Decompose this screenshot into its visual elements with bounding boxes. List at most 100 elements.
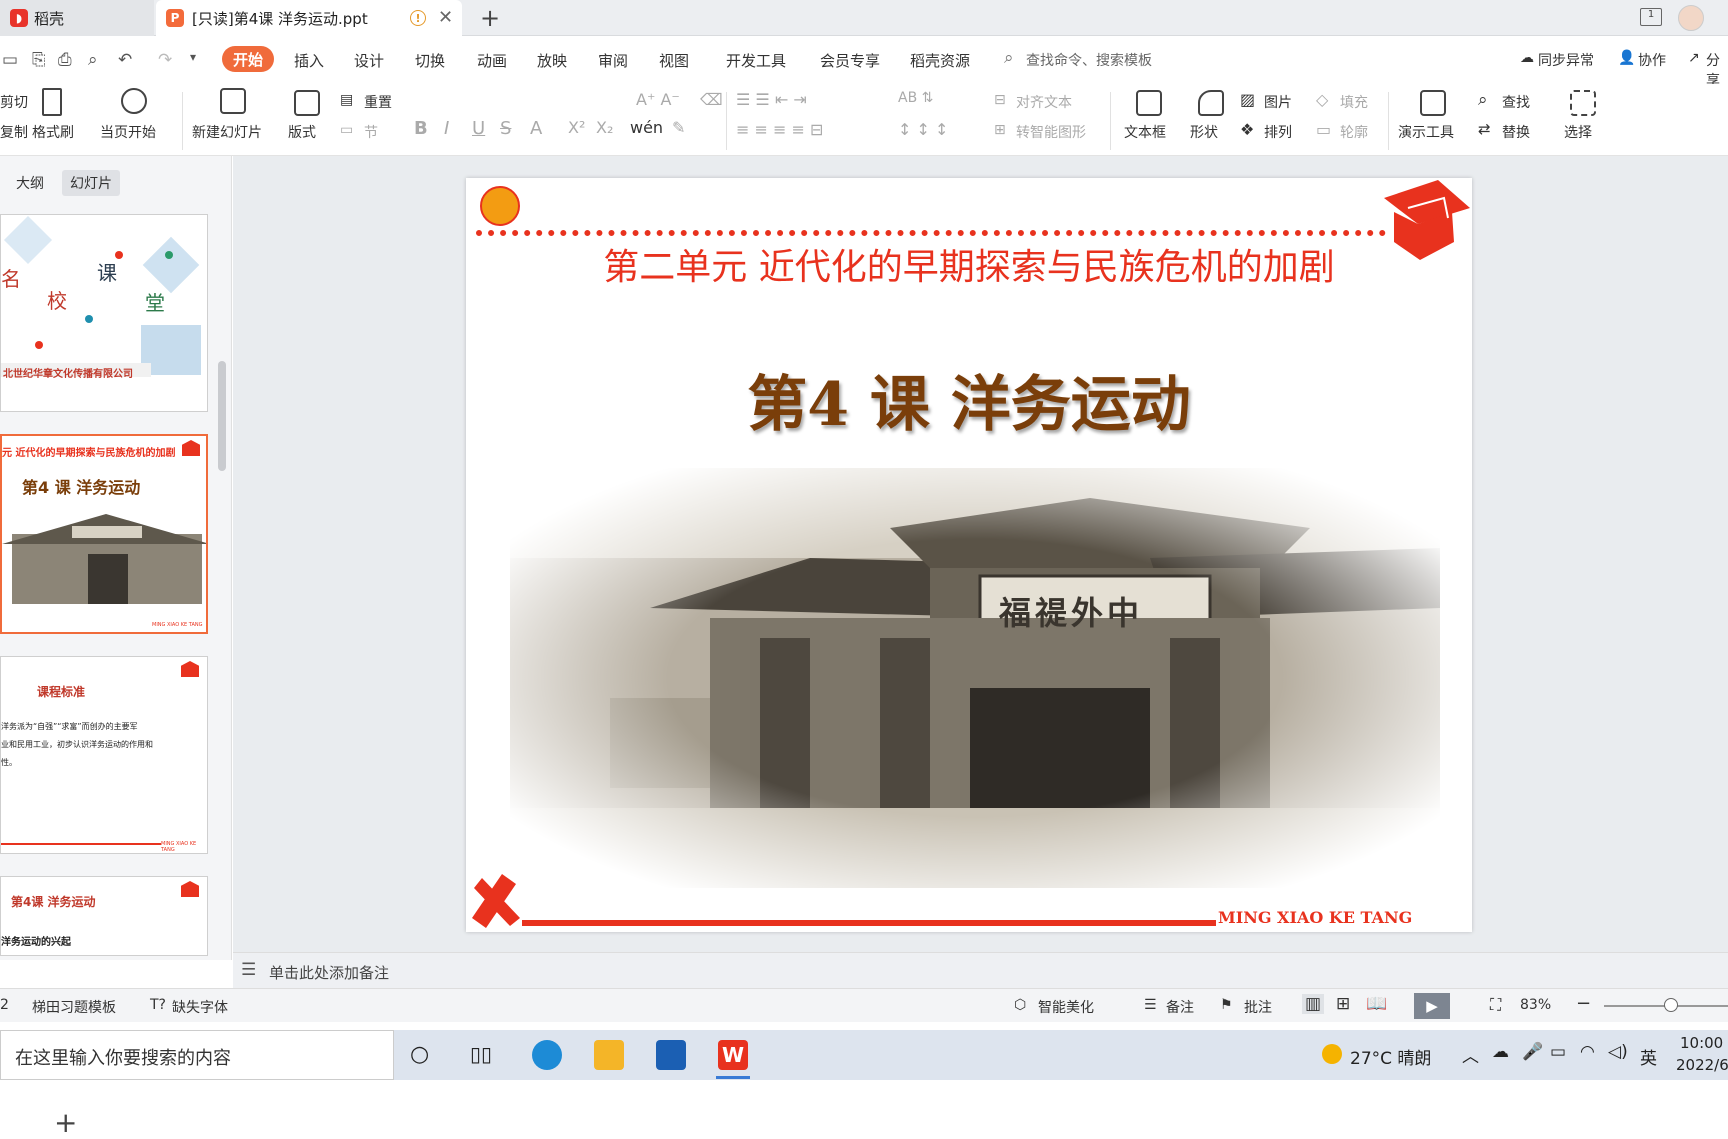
menu-start[interactable]: 开始 (222, 46, 274, 72)
reading-view-icon[interactable]: 📖 (1366, 994, 1387, 1014)
picture-button[interactable]: 图片 (1264, 92, 1292, 112)
missing-font-button[interactable]: 缺失字体 (172, 997, 228, 1017)
warning-icon[interactable]: ! (410, 10, 426, 26)
menu-member[interactable]: 会员专享 (820, 50, 880, 71)
tab-slides[interactable]: 幻灯片 (62, 170, 120, 196)
notes-toggle-button[interactable]: 备注 (1166, 997, 1194, 1017)
taskbar-search[interactable]: 在这里输入你要搜索的内容 (0, 1030, 394, 1080)
avatar[interactable] (1678, 5, 1704, 31)
bold-icon[interactable]: B (414, 118, 428, 139)
task-view-icon[interactable]: ▯▯ (470, 1042, 492, 1066)
layout-button[interactable]: 版式 (288, 122, 316, 142)
command-search[interactable]: 查找命令、搜索模板 (1026, 50, 1152, 70)
slide-thumbnail-3[interactable]: 课程标准 洋务派为“自强”“求富”而创办的主要军 业和民用工业，初步认识洋务运动… (0, 656, 208, 854)
gate-photo[interactable] (510, 468, 1440, 888)
collab-button[interactable]: 协作 (1638, 50, 1666, 70)
wifi-icon[interactable]: ◠ (1580, 1042, 1595, 1062)
select-button[interactable]: 选择 (1564, 122, 1592, 142)
mic-icon[interactable]: 🎤 (1522, 1042, 1543, 1062)
slide-thumbnail-1[interactable]: 名 校 课 堂 北世纪华章文化传播有限公司 (0, 214, 208, 412)
print-icon[interactable]: ⎙ (58, 50, 72, 70)
unit-title[interactable]: 第二单元 近代化的早期探索与民族危机的加剧 (466, 238, 1472, 290)
clear-format-icon[interactable]: ⌫ (700, 90, 723, 109)
play-from-current-button[interactable]: 当页开始 (100, 122, 156, 142)
play-slideshow-button[interactable]: ▶ (1414, 993, 1450, 1019)
present-tools-button[interactable]: 演示工具 (1398, 122, 1454, 142)
edge-icon[interactable] (532, 1040, 562, 1070)
redo-icon[interactable]: ↷ (158, 50, 172, 70)
slide-thumbnail-2[interactable]: 元 近代化的早期探索与民族危机的加剧 第4 课 洋务运动 MING XIAO K… (0, 434, 208, 634)
underline-icon[interactable]: U (472, 118, 485, 139)
zoom-slider-handle[interactable] (1664, 998, 1678, 1012)
copy-button[interactable]: 复制 (0, 122, 28, 142)
format-painter-button[interactable]: 格式刷 (32, 122, 74, 142)
bullets-icon[interactable]: ☰ ☰ ⇤ ⇥ (736, 90, 807, 109)
window-count-icon[interactable]: 1 (1640, 8, 1662, 26)
volume-icon[interactable]: ◁) (1608, 1042, 1628, 1062)
new-tab-button[interactable]: + (480, 4, 500, 32)
preview-icon[interactable]: ⌕ (88, 50, 98, 70)
superscript-icon[interactable]: X² (568, 118, 585, 137)
font-color-icon[interactable]: A (530, 118, 542, 139)
menu-view[interactable]: 视图 (659, 50, 689, 71)
close-tab-icon[interactable]: ✕ (438, 7, 453, 28)
strikethrough-icon[interactable]: S (500, 118, 511, 139)
save-icon[interactable]: ▭ (2, 50, 18, 70)
file-explorer-icon[interactable] (594, 1040, 624, 1070)
italic-icon[interactable]: I (444, 118, 449, 139)
align-text-button[interactable]: 对齐文本 (1016, 92, 1072, 112)
customize-chevron-icon[interactable]: ▾ (190, 50, 196, 64)
menu-developer[interactable]: 开发工具 (726, 50, 786, 71)
pinyin-icon[interactable]: wén (630, 118, 663, 137)
ime-indicator[interactable]: 英 (1640, 1044, 1657, 1069)
store-icon[interactable] (656, 1040, 686, 1070)
tab-outline[interactable]: 大纲 (8, 170, 52, 196)
comment-button[interactable]: 批注 (1244, 997, 1272, 1017)
beautify-button[interactable]: 智能美化 (1038, 997, 1094, 1017)
export-icon[interactable]: ⎘ (32, 50, 46, 70)
align-icons[interactable]: ≡ ≡ ≡ ≡ ⊟ (736, 120, 823, 139)
arrange-button[interactable]: 排列 (1264, 122, 1292, 142)
clock-time[interactable]: 10:00 (1680, 1034, 1723, 1052)
normal-view-icon[interactable]: ▥ (1302, 994, 1325, 1014)
replace-button[interactable]: 替换 (1502, 122, 1530, 142)
smart-art-button[interactable]: 转智能图形 (1016, 122, 1086, 142)
panel-scrollbar[interactable] (218, 361, 226, 471)
new-slide-button[interactable]: 新建幻灯片 (192, 122, 262, 142)
cortana-icon[interactable]: ○ (410, 1042, 429, 1067)
notes-placeholder[interactable]: 单击此处添加备注 (269, 962, 389, 983)
menu-animation[interactable]: 动画 (477, 50, 507, 71)
menu-review[interactable]: 审阅 (598, 50, 628, 71)
weather-text[interactable]: 27°C 晴朗 (1350, 1044, 1431, 1069)
clock-date[interactable]: 2022/6 (1676, 1056, 1728, 1074)
shapes-button[interactable]: 形状 (1190, 122, 1218, 142)
slide[interactable]: 第二单元 近代化的早期探索与民族危机的加剧 第4 课 洋务运动 福禔外中 MIN… (466, 178, 1472, 932)
zoom-level[interactable]: 83% (1520, 997, 1551, 1013)
highlight-icon[interactable]: ✎ (672, 118, 685, 137)
menu-docer-resources[interactable]: 稻壳资源 (910, 50, 970, 71)
fit-window-icon[interactable]: ⛶ (1490, 995, 1501, 1015)
notes-pane[interactable]: ☰ 单击此处添加备注 (233, 952, 1728, 988)
textbox-button[interactable]: 文本框 (1124, 122, 1166, 142)
add-slide-button[interactable]: + (54, 1106, 77, 1139)
find-button[interactable]: 查找 (1502, 92, 1530, 112)
font-grow-icon[interactable]: A⁺ A⁻ (636, 90, 680, 109)
reset-button[interactable]: 重置 (364, 92, 392, 112)
wps-icon[interactable]: W (718, 1040, 748, 1070)
section-button[interactable]: 节 (364, 122, 378, 142)
outline-button[interactable]: 轮廓 (1340, 122, 1368, 142)
zoom-out-icon[interactable]: − (1576, 993, 1591, 1014)
battery-icon[interactable]: ▭ (1550, 1042, 1566, 1062)
tray-chevron-icon[interactable]: ︿ (1462, 1042, 1479, 1067)
tab-home[interactable]: ◗ 稻壳 (0, 0, 154, 36)
sorter-view-icon[interactable]: ⊞ (1336, 994, 1350, 1014)
lesson-title[interactable]: 第4 课 洋务运动 (466, 356, 1472, 443)
fill-button[interactable]: 填充 (1340, 92, 1368, 112)
line-spacing-icon[interactable]: ↕ ↕ ↕ (898, 120, 948, 139)
menu-slideshow[interactable]: 放映 (537, 50, 567, 71)
text-direction-icon[interactable]: AB ⇅ (898, 90, 933, 106)
menu-insert[interactable]: 插入 (294, 50, 324, 71)
menu-transition[interactable]: 切换 (415, 50, 445, 71)
undo-icon[interactable]: ↶ (118, 50, 132, 70)
cut-button[interactable]: 剪切 (0, 92, 28, 112)
